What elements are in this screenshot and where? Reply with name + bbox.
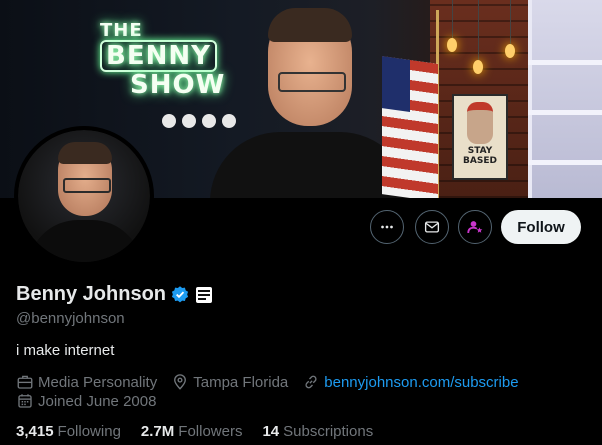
following-stat[interactable]: 3,415 Following [16,423,121,440]
profile-category: Media Personality [16,373,157,391]
subscriptions-stat[interactable]: 14 Subscriptions [262,423,373,440]
person-star-icon [467,221,483,234]
apple-podcasts-icon [162,114,176,128]
more-button[interactable] [370,210,404,244]
subscribe-button[interactable] [458,210,492,244]
light-bulb [447,38,457,52]
spotify-icon [182,114,196,128]
american-flag [382,56,438,198]
profile-handle: @bennyjohnson [16,310,125,327]
message-button[interactable] [415,210,449,244]
verified-badge-icon[interactable] [170,285,190,305]
profile-location: Tampa Florida [171,373,288,391]
envelope-icon [424,221,440,233]
website-link[interactable]: bennyjohnson.com/subscribe [324,374,518,391]
banner-host-photo [210,8,410,198]
banner-shelf [528,0,602,198]
light-bulb [505,44,515,58]
profile-name: Benny Johnson [16,283,167,305]
follow-button[interactable]: Follow [501,210,581,244]
profile-bio: i make internet [16,342,115,359]
profile-website[interactable]: bennyjohnson.com/subscribe [302,373,519,391]
briefcase-icon [17,375,33,389]
light-bulb [473,60,483,74]
profile-joined: Joined June 2008 [16,392,156,410]
profile-meta-row: Media Personality Tampa Florida bennyjoh… [16,373,519,391]
profile-name-row: Benny Johnson [16,283,213,306]
followers-stat[interactable]: 2.7M Followers [141,423,243,440]
uncle-sam-poster: STAY BASED [452,94,508,180]
profile-avatar[interactable] [14,126,154,266]
profile-joined-row: Joined June 2008 [16,392,156,410]
profile-stats: 3,415 Following 2.7M Followers 14 Subscript… [16,423,373,440]
affiliate-badge-icon[interactable] [196,286,213,303]
calendar-icon [18,394,32,408]
more-horizontal-icon [381,225,393,229]
location-pin-icon [174,374,187,390]
link-icon [305,375,317,389]
